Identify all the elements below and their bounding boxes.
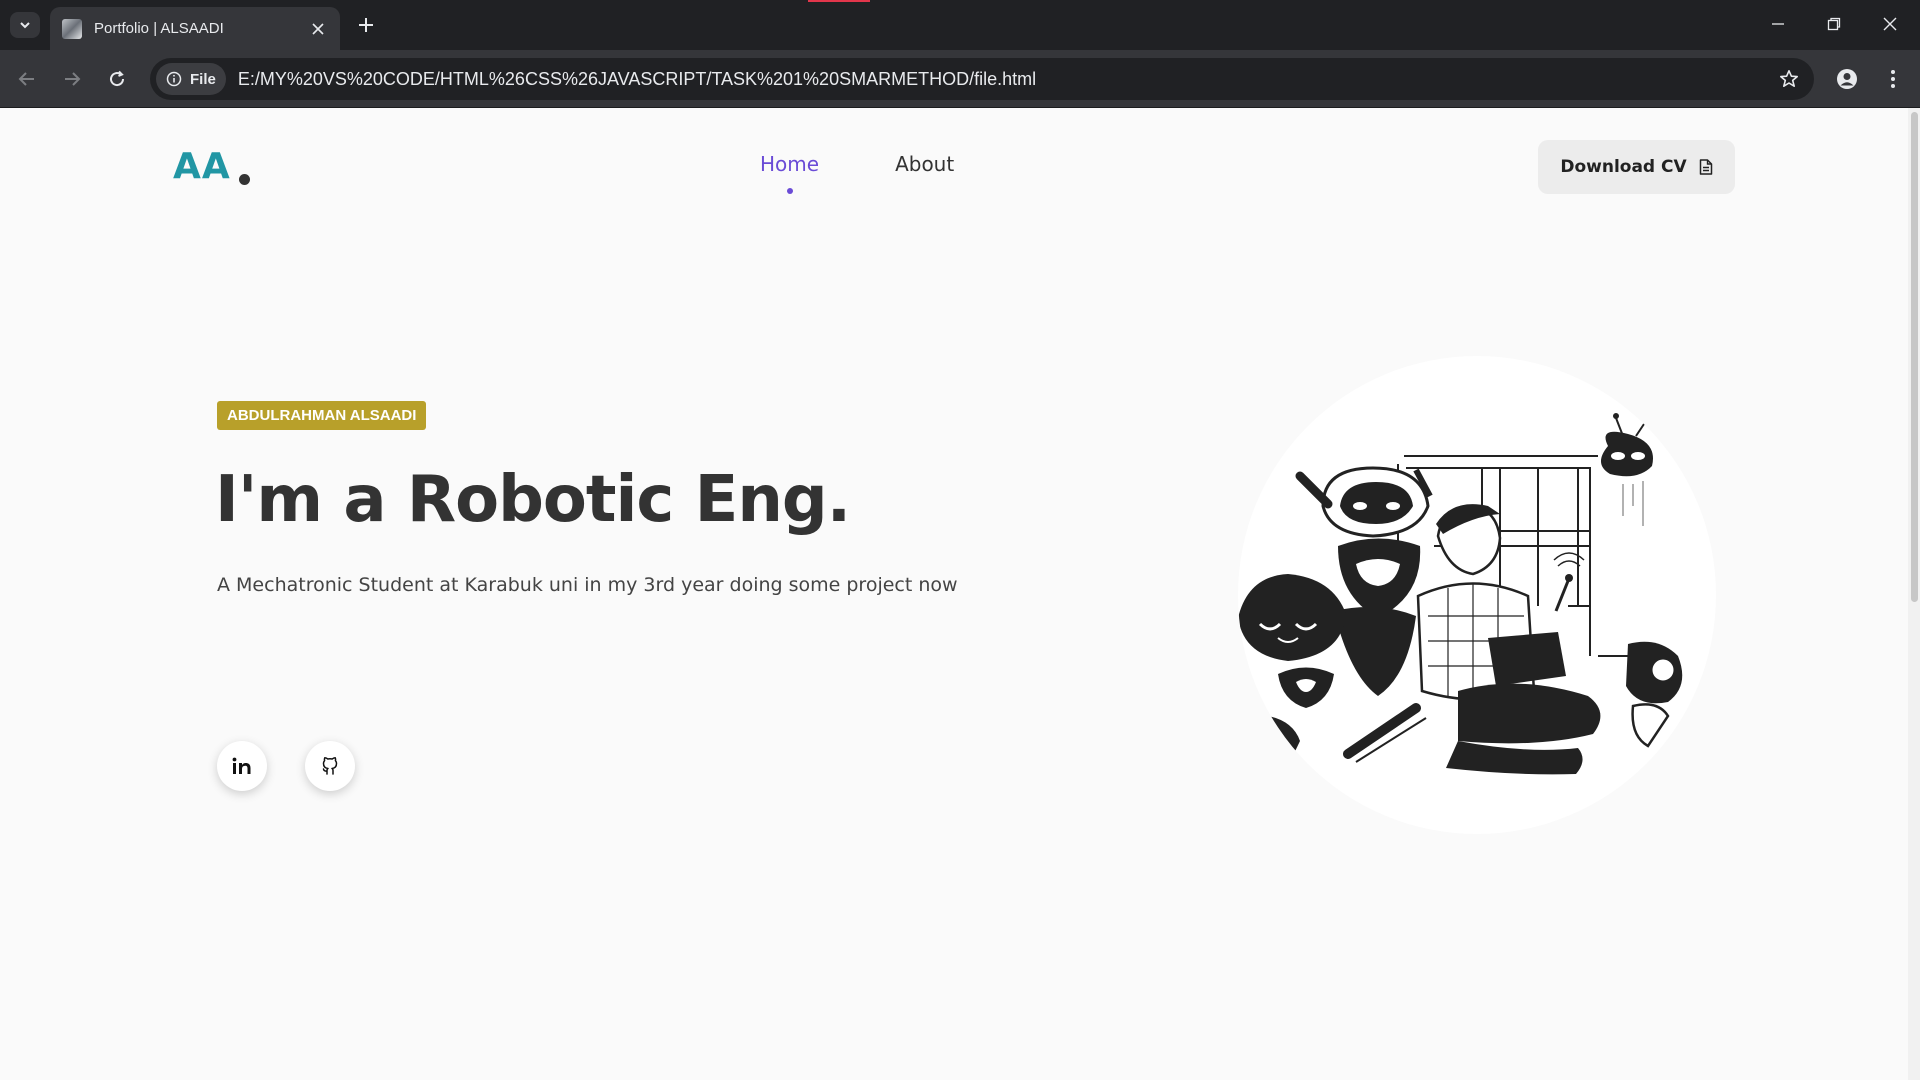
browser-tab-bar: Portfolio | ALSAADI	[0, 0, 1920, 50]
bookmark-button[interactable]	[1772, 62, 1806, 96]
portfolio-page: AA Home About Download CV ABDULRAHMAN AL…	[0, 108, 1908, 1080]
close-window-button[interactable]	[1862, 0, 1918, 48]
github-button[interactable]	[305, 741, 355, 791]
menu-button[interactable]	[1876, 62, 1910, 96]
arrow-right-icon	[65, 72, 81, 86]
address-bar[interactable]: File E:/MY%20VS%20CODE/HTML%26CSS%26JAVA…	[150, 58, 1814, 100]
info-icon	[166, 71, 182, 87]
restore-button[interactable]	[1806, 0, 1862, 48]
restore-icon	[1827, 17, 1841, 31]
linkedin-icon	[232, 757, 251, 774]
scrollbar-thumb[interactable]	[1911, 112, 1918, 602]
robot-left	[1238, 574, 1346, 766]
nav-about-link[interactable]: About	[895, 152, 954, 176]
page-scrollbar[interactable]	[1908, 108, 1920, 1080]
chevron-down-icon	[20, 22, 30, 29]
tab-search-button[interactable]	[10, 12, 40, 38]
site-chip-label: File	[190, 70, 216, 88]
close-icon	[1883, 17, 1897, 31]
nav-home-link[interactable]: Home	[760, 152, 820, 194]
profile-icon	[1837, 69, 1857, 89]
document-icon	[1699, 159, 1712, 175]
minimize-button[interactable]	[1750, 0, 1806, 48]
plus-icon	[359, 18, 373, 32]
linkedin-button[interactable]	[217, 741, 267, 791]
arrow-left-icon	[18, 72, 34, 86]
minimize-icon	[1772, 23, 1784, 25]
star-icon	[1780, 70, 1798, 87]
forward-button[interactable]	[55, 62, 89, 96]
tab-strip-indicator	[808, 0, 870, 2]
more-vertical-icon	[1891, 70, 1895, 88]
name-badge: ABDULRAHMAN ALSAADI	[217, 401, 427, 430]
browser-toolbar: File E:/MY%20VS%20CODE/HTML%26CSS%26JAVA…	[0, 50, 1920, 108]
robot-right	[1598, 641, 1683, 748]
tab-close-button[interactable]	[308, 19, 328, 39]
main-nav: Home About	[760, 152, 954, 194]
new-tab-button[interactable]	[352, 11, 380, 39]
back-button[interactable]	[10, 62, 44, 96]
nav-active-indicator	[786, 188, 793, 194]
profile-button[interactable]	[1830, 62, 1864, 96]
robot-top-right	[1600, 413, 1653, 526]
download-cv-label: Download CV	[1560, 157, 1687, 177]
github-icon	[322, 757, 338, 775]
tube-prop	[1343, 703, 1427, 763]
logo-dot	[238, 174, 250, 185]
nav-home-label: Home	[760, 152, 820, 176]
engineer-figure	[1416, 504, 1601, 775]
hero-description: A Mechatronic Student at Karabuk uni in …	[217, 574, 958, 596]
site-logo[interactable]: AA	[173, 146, 250, 187]
robots-illustration	[1238, 413, 1683, 775]
hero-title: I'm a Robotic Eng.	[215, 463, 851, 537]
browser-tab[interactable]: Portfolio | ALSAADI	[50, 7, 340, 50]
download-cv-button[interactable]: Download CV	[1538, 140, 1735, 194]
tab-favicon-icon	[62, 18, 82, 39]
reload-icon	[110, 70, 125, 87]
site-info-chip[interactable]: File	[156, 63, 226, 95]
hero-illustration	[1238, 356, 1716, 834]
reload-button[interactable]	[100, 62, 134, 96]
tab-title: Portfolio | ALSAADI	[94, 20, 224, 37]
logo-text: AA	[173, 146, 231, 187]
close-icon	[312, 22, 324, 35]
robot-center	[1295, 466, 1433, 696]
url-text[interactable]: E:/MY%20VS%20CODE/HTML%26CSS%26JAVASCRIP…	[238, 69, 1772, 90]
nav-about-label: About	[895, 152, 955, 176]
